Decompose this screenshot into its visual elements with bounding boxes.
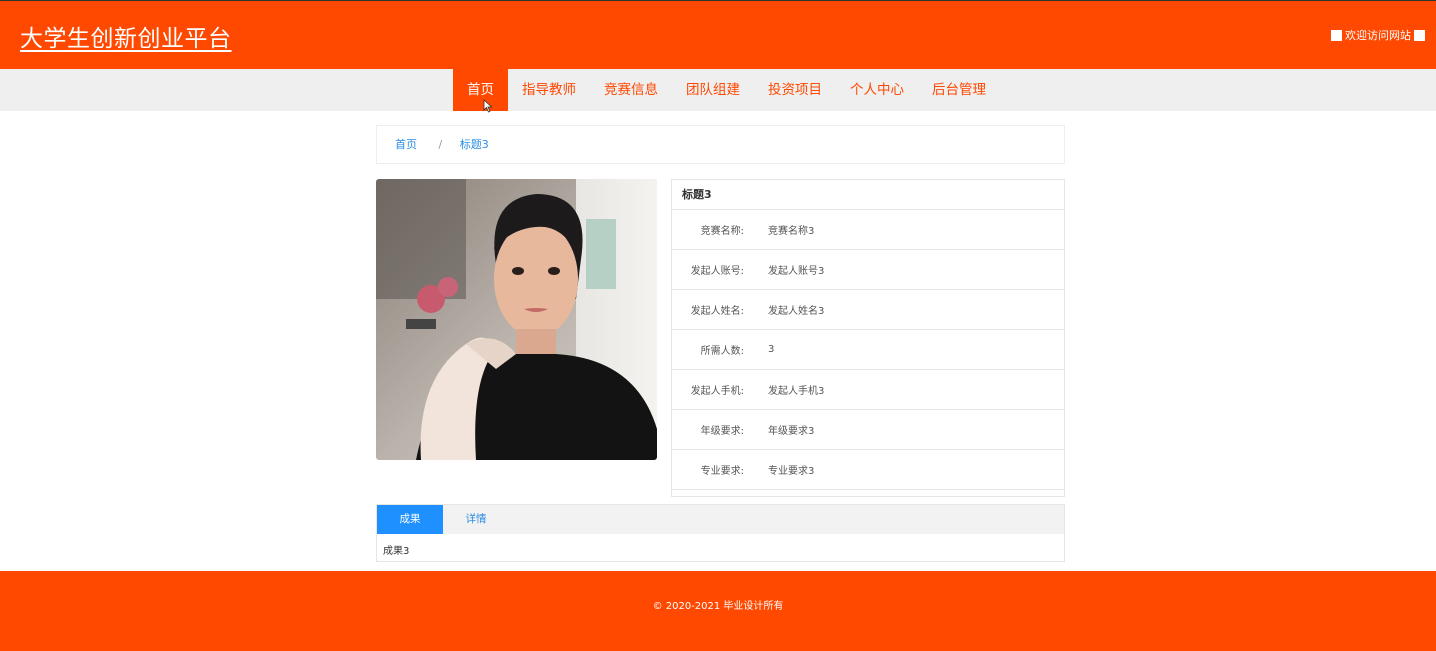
detail-row: 所需人数: 3 xyxy=(672,330,1064,370)
main-nav: 首页 指导教师 竞赛信息 团队组建 投资项目 个人中心 后台管理 xyxy=(453,69,1000,113)
field-value: 年级要求3 xyxy=(768,426,815,437)
nav-item-teachers[interactable]: 指导教师 xyxy=(508,69,590,111)
field-label: 发起人姓名: xyxy=(690,306,744,317)
field-label: 发起人账号: xyxy=(690,266,744,277)
tab-content: 成果3 xyxy=(383,546,410,557)
field-label: 专业要求: xyxy=(700,466,744,477)
field-value: 竞赛名称3 xyxy=(768,226,815,237)
footer: © 2020-2021 毕业设计所有 xyxy=(0,571,1436,651)
cursor-icon xyxy=(483,99,493,113)
header-bar: 大学生创新创业平台 欢迎访问网站 xyxy=(0,0,1436,69)
breadcrumb-separator: / xyxy=(438,138,443,151)
nav-item-profile[interactable]: 个人中心 xyxy=(836,69,918,111)
field-value: 专业要求3 xyxy=(768,466,815,477)
nav-item-teams[interactable]: 团队组建 xyxy=(672,69,754,111)
square-icon xyxy=(1331,29,1342,41)
tab-achievements[interactable]: 成果 xyxy=(377,505,443,534)
project-photo xyxy=(376,179,657,460)
navigation-bar: 首页 指导教师 竞赛信息 团队组建 投资项目 个人中心 后台管理 xyxy=(0,69,1436,113)
copyright-text: © 2020-2021 毕业设计所有 xyxy=(652,601,784,612)
detail-row: 年级要求: 年级要求3 xyxy=(672,410,1064,450)
field-value: 发起人账号3 xyxy=(768,266,825,277)
field-label: 年级要求: xyxy=(700,426,744,437)
detail-row: 发起人手机: 发起人手机3 xyxy=(672,370,1064,410)
breadcrumb-home[interactable]: 首页 xyxy=(395,138,417,151)
person-photo-illustration xyxy=(376,179,657,460)
detail-row: 专业要求: 专业要求3 xyxy=(672,450,1064,490)
square-icon xyxy=(1414,29,1425,41)
detail-title: 标题3 xyxy=(672,180,1064,210)
nav-item-label: 首页 xyxy=(467,82,494,98)
breadcrumb-current[interactable]: 标题3 xyxy=(460,138,489,151)
field-label: 发起人手机: xyxy=(690,386,744,397)
nav-item-competitions[interactable]: 竞赛信息 xyxy=(590,69,672,111)
detail-panel: 标题3 竞赛名称: 竞赛名称3 发起人账号: 发起人账号3 发起人姓名: 发起人… xyxy=(671,179,1065,497)
detail-row: 发起人姓名: 发起人姓名3 xyxy=(672,290,1064,330)
tab-panel: 成果 详情 成果3 xyxy=(376,504,1065,562)
tab-header: 成果 详情 xyxy=(377,505,1064,534)
site-title[interactable]: 大学生创新创业平台 xyxy=(20,19,232,53)
field-value: 发起人手机3 xyxy=(768,386,825,397)
welcome-banner: 欢迎访问网站 xyxy=(1328,27,1428,43)
breadcrumb: 首页 / 标题3 xyxy=(376,125,1065,164)
welcome-text: 欢迎访问网站 xyxy=(1345,29,1411,42)
detail-row: 竞赛名称: 竞赛名称3 xyxy=(672,210,1064,250)
nav-item-admin[interactable]: 后台管理 xyxy=(918,69,1000,111)
tab-details[interactable]: 详情 xyxy=(443,505,509,534)
field-value: 发起人姓名3 xyxy=(768,306,825,317)
nav-item-home[interactable]: 首页 xyxy=(453,69,508,113)
field-value: 3 xyxy=(768,344,775,355)
detail-row: 发起人账号: 发起人账号3 xyxy=(672,250,1064,290)
field-label: 竞赛名称: xyxy=(700,226,744,237)
nav-item-investments[interactable]: 投资项目 xyxy=(754,69,836,111)
field-label: 所需人数: xyxy=(700,346,744,357)
